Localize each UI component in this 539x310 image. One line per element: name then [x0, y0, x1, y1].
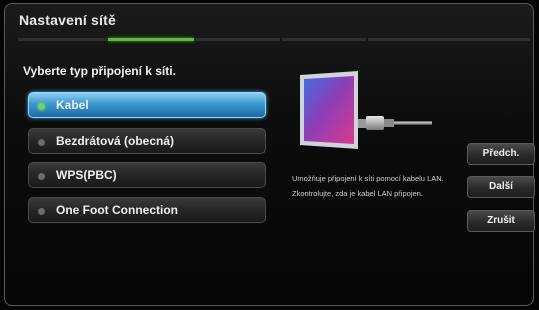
- step-segment-5: [368, 38, 530, 41]
- network-settings-dialog: Nastavení sítě Vyberte typ připojení k s…: [4, 3, 535, 306]
- option-bezdratova[interactable]: Bezdrátová (obecná): [28, 128, 266, 154]
- option-label: Kabel: [56, 98, 89, 112]
- step-segment-2: [108, 38, 194, 41]
- step-segment-3: [196, 38, 280, 41]
- step-progress-bar: [18, 38, 530, 41]
- radio-dot-icon: [38, 103, 45, 110]
- step-segment-1: [18, 38, 106, 41]
- next-button[interactable]: Další: [467, 176, 535, 198]
- step-segment-4: [282, 38, 366, 41]
- option-label: One Foot Connection: [56, 203, 178, 217]
- option-kabel[interactable]: Kabel: [28, 92, 266, 118]
- previous-button[interactable]: Předch.: [467, 143, 535, 165]
- radio-dot-icon: [38, 173, 45, 180]
- option-one-foot-connection[interactable]: One Foot Connection: [28, 197, 266, 223]
- connection-type-prompt: Vyberte typ připojení k síti.: [23, 64, 176, 78]
- option-wps-pbc[interactable]: WPS(PBC): [28, 162, 266, 188]
- radio-dot-icon: [38, 208, 45, 215]
- option-label: WPS(PBC): [56, 168, 117, 182]
- cancel-button[interactable]: Zrušit: [467, 210, 535, 232]
- option-label: Bezdrátová (obecná): [56, 134, 175, 148]
- connection-description: Umožňuje připojení k síti pomocí kabelu …: [292, 174, 444, 198]
- network-cable-illustration-icon: [300, 71, 432, 149]
- dialog-title: Nastavení sítě: [19, 12, 116, 28]
- radio-dot-icon: [38, 139, 45, 146]
